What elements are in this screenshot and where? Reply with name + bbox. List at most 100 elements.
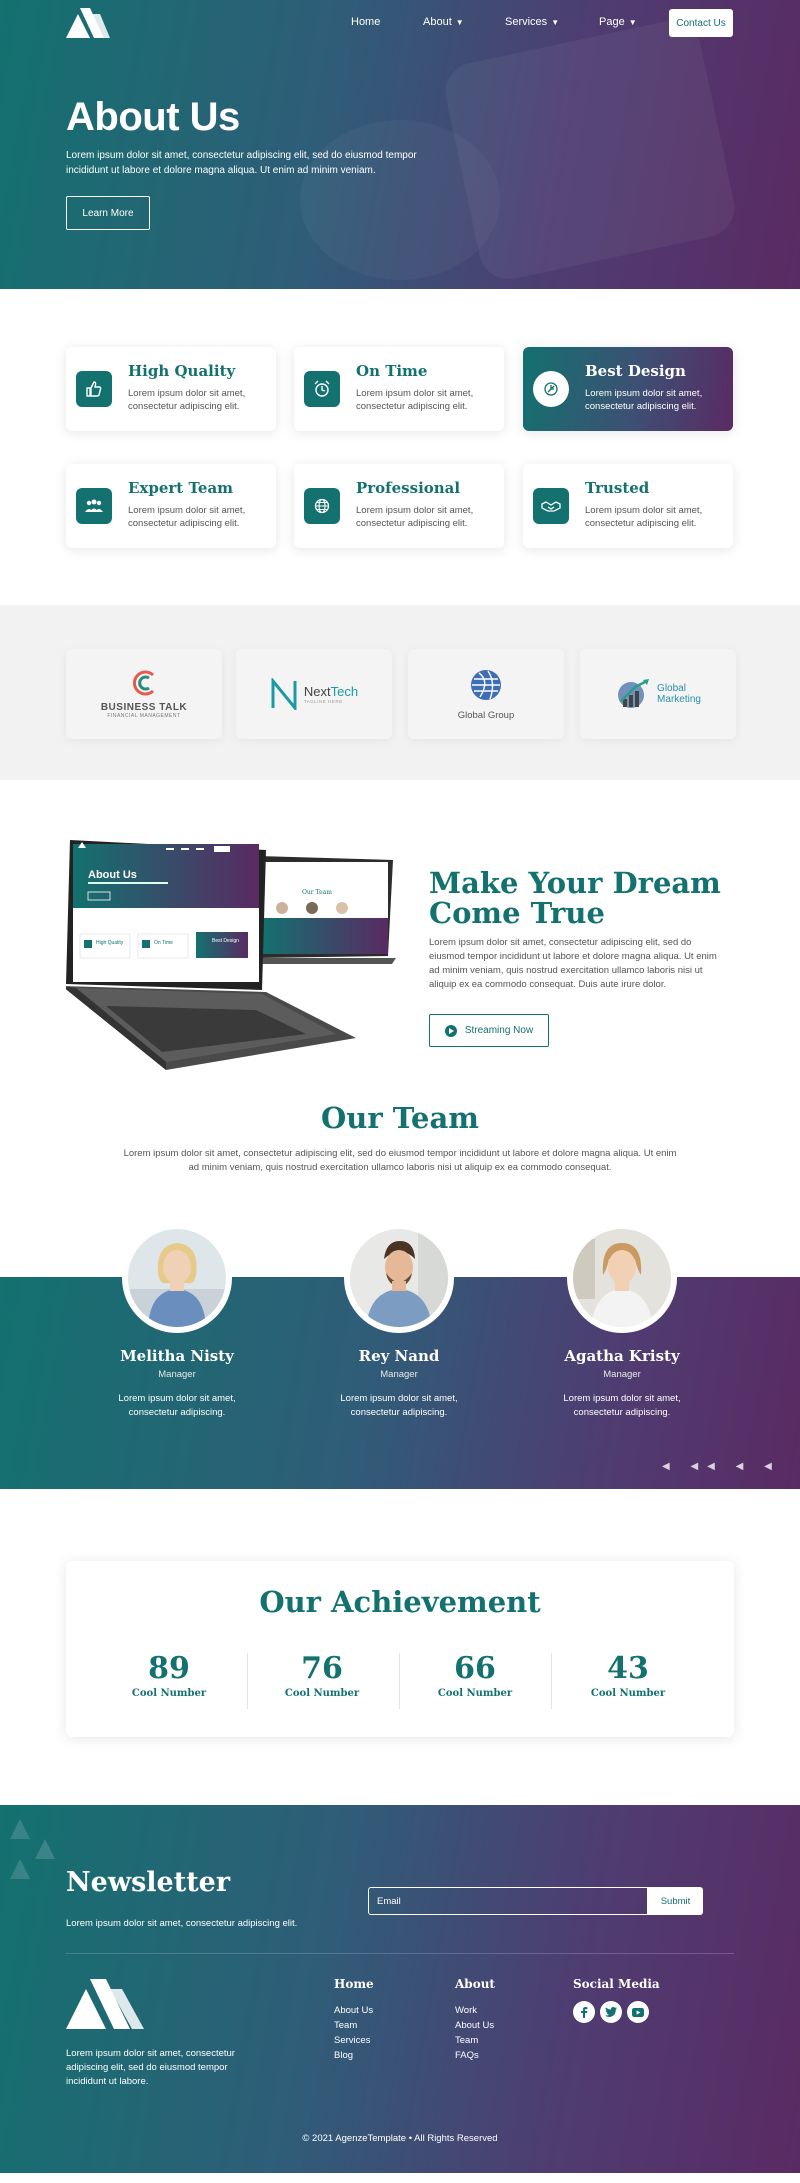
- avatar-photo: [128, 1229, 226, 1327]
- newsletter-text: Lorem ipsum dolor sit amet, consectetur …: [66, 1918, 298, 1929]
- team-section: Melitha Nisty Manager Lorem ipsum dolor …: [0, 1223, 800, 1505]
- partner-logo-business-talk[interactable]: BUSINESS TALK FINANCIAL MANAGEMENT: [66, 649, 222, 739]
- feature-title: High Quality: [128, 362, 236, 380]
- footer-link-team[interactable]: Team: [334, 2018, 374, 2033]
- divider: [551, 1653, 552, 1709]
- feature-title: On Time: [356, 362, 428, 380]
- member-role: Manager: [603, 1369, 641, 1380]
- nav-page-label: Page: [599, 16, 625, 28]
- feature-title: Professional: [356, 479, 461, 497]
- member-role: Manager: [158, 1369, 196, 1380]
- hero-background-shape: [439, 15, 741, 285]
- facebook-icon[interactable]: [573, 2001, 595, 2023]
- partner-tagline: TAGLINE HERE: [303, 699, 343, 704]
- footer-link-team[interactable]: Team: [455, 2033, 495, 2048]
- global-group-logo-icon: [470, 670, 501, 700]
- newsletter-title: Newsletter: [66, 1867, 231, 1898]
- handshake-icon: [533, 488, 569, 524]
- footer-link-blog[interactable]: Blog: [334, 2048, 374, 2063]
- youtube-icon[interactable]: [627, 2001, 649, 2023]
- member-role: Manager: [380, 1369, 418, 1380]
- partner-name-part: Tech: [330, 684, 359, 699]
- mockup-card-title: Best Design: [212, 938, 239, 944]
- mockup-title: About Us: [88, 869, 137, 881]
- partner-logo-nexttech[interactable]: NextTech TAGLINE HERE: [236, 649, 392, 739]
- nav-home-label: Home: [351, 16, 381, 28]
- dream-text: Lorem ipsum dolor sit amet, consectetur …: [429, 937, 717, 990]
- feature-card[interactable]: Expert Team Lorem ipsum dolor sit amet, …: [66, 464, 276, 548]
- team-member-card[interactable]: Melitha Nisty Manager Lorem ipsum dolor …: [77, 1223, 277, 1420]
- learn-more-button[interactable]: Learn More: [66, 196, 150, 230]
- stat-label: Cool Number: [131, 1688, 207, 1699]
- mockup-card-title: High Quality: [96, 940, 124, 946]
- avatar-photo: [573, 1229, 671, 1327]
- stat-item: 66 Cool Number: [400, 1651, 550, 1699]
- contact-us-button[interactable]: Contact Us: [669, 9, 733, 37]
- avatar-photo: [350, 1229, 448, 1327]
- partner-name: Global Group: [457, 710, 515, 721]
- submit-button[interactable]: Submit: [648, 1887, 703, 1915]
- global-marketing-logo-icon: [618, 679, 650, 708]
- nav-services-label: Services: [505, 16, 548, 28]
- team-member-card[interactable]: Agatha Kristy Manager Lorem ipsum dolor …: [522, 1223, 722, 1420]
- footer-about-text: Lorem ipsum dolor sit amet, consectetur …: [66, 2048, 235, 2087]
- stat-label: Cool Number: [284, 1688, 360, 1699]
- footer-home-column: Home About Us Team Services Blog: [334, 1977, 374, 2063]
- footer-logo[interactable]: [66, 1977, 144, 2029]
- partner-name-line: Marketing: [657, 694, 701, 705]
- nav-about[interactable]: About ▼: [423, 16, 464, 28]
- streaming-now-button[interactable]: Streaming Now: [429, 1014, 549, 1047]
- avatar: [567, 1223, 677, 1333]
- chevron-down-icon: ▼: [628, 18, 637, 27]
- member-name: Rey Nand: [358, 1347, 440, 1365]
- stat-number: 43: [607, 1651, 649, 1686]
- nav-page[interactable]: Page ▼: [599, 16, 637, 28]
- member-name: Melitha Nisty: [120, 1347, 234, 1365]
- mockup-card-title: On Time: [154, 940, 173, 946]
- feature-card[interactable]: Professional Lorem ipsum dolor sit amet,…: [294, 464, 504, 548]
- dream-title: Make Your Dream Come True: [429, 866, 721, 930]
- footer-link-services[interactable]: Services: [334, 2033, 374, 2048]
- member-text: Lorem ipsum dolor sit amet, consectetur …: [118, 1393, 236, 1418]
- hero-section: Home About ▼ Services ▼ Page ▼ Contact Us A…: [0, 0, 800, 289]
- nav-home[interactable]: Home: [351, 16, 380, 28]
- avatar: [344, 1223, 454, 1333]
- partner-logo-global-marketing[interactable]: Global Marketing: [580, 649, 736, 739]
- feature-card-active[interactable]: Best Design Lorem ipsum dolor sit amet, …: [523, 347, 733, 431]
- hero-background-shape: [300, 120, 500, 280]
- stat-item: 89 Cool Number: [94, 1651, 244, 1699]
- twitter-icon[interactable]: [600, 2001, 622, 2023]
- feature-title: Expert Team: [128, 479, 234, 497]
- nav-about-label: About: [423, 16, 452, 28]
- streaming-now-label: Streaming Now: [464, 1025, 534, 1036]
- footer-column-title: Social Media: [573, 1977, 660, 1991]
- feature-text: Lorem ipsum dolor sit amet, consectetur …: [585, 505, 703, 529]
- feature-card[interactable]: Trusted Lorem ipsum dolor sit amet, cons…: [523, 464, 733, 548]
- nav-services[interactable]: Services ▼: [505, 16, 559, 28]
- stat-item: 43 Cool Number: [553, 1651, 703, 1699]
- feature-card[interactable]: On Time Lorem ipsum dolor sit amet, cons…: [294, 347, 504, 431]
- team-member-card[interactable]: Rey Nand Manager Lorem ipsum dolor sit a…: [299, 1223, 499, 1420]
- partner-name-line: Global: [657, 683, 686, 694]
- footer-link-about-us[interactable]: About Us: [334, 2003, 374, 2018]
- stat-number: 66: [454, 1651, 496, 1686]
- decorative-arrows-icon: ◀ ◀◀ ◀ ◀: [662, 1461, 781, 1472]
- stat-item: 76 Cool Number: [247, 1651, 397, 1699]
- footer-link-about-us[interactable]: About Us: [455, 2018, 495, 2033]
- feature-text: Lorem ipsum dolor sit amet, consectetur …: [128, 388, 246, 412]
- team-title: Our Team: [321, 1101, 479, 1135]
- footer-column-title: About: [455, 1977, 495, 1991]
- social-links: [573, 2001, 660, 2023]
- design-icon: [533, 371, 569, 407]
- partner-logo-global-group[interactable]: Global Group: [408, 649, 564, 739]
- footer-link-work[interactable]: Work: [455, 2003, 495, 2018]
- feature-card[interactable]: High Quality Lorem ipsum dolor sit amet,…: [66, 347, 276, 431]
- footer-link-faqs[interactable]: FAQs: [455, 2048, 495, 2063]
- stat-label: Cool Number: [590, 1688, 666, 1699]
- chevron-down-icon: ▼: [551, 18, 560, 27]
- team-header: Our Team Lorem ipsum dolor sit amet, con…: [0, 1092, 800, 1223]
- achievement-section: Our Achievement 89 Cool Number 76 Cool N…: [0, 1505, 800, 1805]
- thumbs-up-icon: [76, 371, 112, 407]
- divider: [66, 1953, 734, 1954]
- email-input[interactable]: Email: [368, 1887, 648, 1915]
